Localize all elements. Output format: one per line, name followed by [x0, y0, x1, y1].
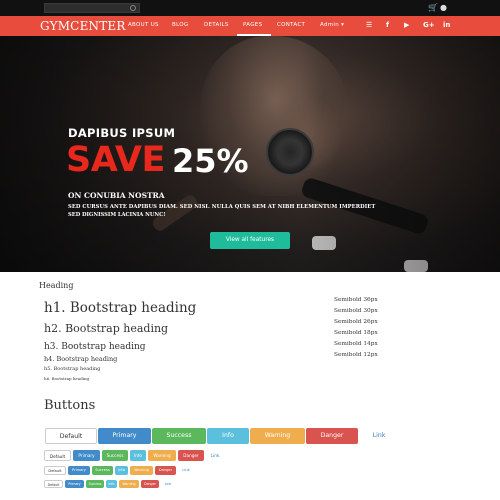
nav-item-about-us[interactable]: ABOUT US [128, 22, 159, 28]
heading-h4: h4. Bootstrap heading [44, 355, 118, 363]
info-button[interactable]: Info [106, 480, 117, 488]
heading-h1: h1. Bootstrap heading [44, 300, 197, 316]
info-button[interactable]: Info [207, 428, 249, 444]
danger-button[interactable]: Danger [141, 480, 159, 488]
link-button[interactable]: Link [206, 450, 224, 461]
user-icon[interactable]: ● [440, 3, 447, 12]
danger-button[interactable]: Danger [306, 428, 358, 444]
warning-button[interactable]: Warning [250, 428, 305, 444]
nav-item-details[interactable]: DETAILS [204, 22, 229, 28]
semibold-label: Semibold 14px [334, 341, 378, 347]
search-input[interactable] [44, 3, 140, 13]
semibold-label: Semibold 18px [334, 330, 378, 336]
heading-h2: h2. Bootstrap heading [44, 322, 169, 335]
hero-slider: DAPIBUS IPSUM SAVE 25% ON CONUBIA NOSTRA… [0, 36, 500, 272]
default-button[interactable]: Default [44, 480, 63, 488]
warning-button[interactable]: Warning [119, 480, 139, 488]
semibold-label: Semibold 26px [334, 319, 378, 325]
link-button[interactable]: Link [359, 428, 399, 444]
primary-button[interactable]: Primary [98, 428, 151, 444]
hero-tagline: ON CONUBIA NOSTRA [68, 191, 165, 200]
heading-h6: h6. Bootstrap heading [44, 376, 90, 381]
nav-active-indicator [237, 16, 271, 36]
semibold-label: Semibold 36px [334, 297, 378, 303]
link-button[interactable]: Link [161, 480, 175, 488]
primary-button[interactable]: Primary [73, 450, 100, 461]
top-bar: 🛒 ● [0, 0, 500, 16]
success-button[interactable]: Success [102, 450, 128, 461]
brand-logo[interactable]: GYMCENTER [40, 19, 126, 33]
cart-icon[interactable]: 🛒 [428, 3, 438, 12]
info-button[interactable]: Info [130, 450, 146, 461]
warning-button[interactable]: Warning [130, 466, 153, 475]
linkedin-icon[interactable]: in [443, 21, 450, 29]
hero-subtitle: DAPIBUS IPSUM [68, 126, 176, 140]
default-button[interactable]: Default [45, 428, 97, 444]
primary-button[interactable]: Primary [65, 480, 84, 488]
heading-h5: h5. Bootstrap heading [44, 366, 101, 372]
hero-description: SED CURSUS ANTE DAPIBUS DIAM. SED NISI. … [68, 204, 376, 210]
view-all-features-button[interactable]: View all features [210, 232, 290, 249]
danger-button[interactable]: Danger [178, 450, 204, 461]
hero-percent: 25% [172, 142, 249, 180]
semibold-label: Semibold 12px [334, 352, 378, 358]
default-button[interactable]: Default [44, 466, 66, 475]
section-heading-label: Heading [39, 281, 74, 290]
twitter-icon[interactable]: ▶ [404, 21, 409, 29]
danger-button[interactable]: Danger [155, 466, 176, 475]
facebook-icon[interactable]: f [386, 21, 389, 29]
nav-item-admin[interactable]: Admin ▾ [320, 22, 344, 28]
semibold-label: Semibold 30px [334, 308, 378, 314]
google-plus-icon[interactable]: G+ [423, 21, 435, 29]
default-button[interactable]: Default [44, 450, 71, 461]
nav-item-contact[interactable]: CONTACT [277, 22, 305, 28]
hero-description: SED DIGNISSIM LACINIA NUNC! [68, 212, 166, 218]
nav-item-blog[interactable]: BLOG [172, 22, 188, 28]
success-button[interactable]: Success [92, 466, 113, 475]
hero-save-text: SAVE [66, 140, 165, 180]
search-icon[interactable] [130, 5, 136, 11]
success-button[interactable]: Success [86, 480, 104, 488]
rss-icon[interactable]: ☰ [366, 21, 372, 29]
link-button[interactable]: Link [178, 466, 194, 475]
primary-button[interactable]: Primary [68, 466, 90, 475]
success-button[interactable]: Success [152, 428, 206, 444]
warning-button[interactable]: Warning [148, 450, 176, 461]
heading-h3: h3. Bootstrap heading [44, 342, 146, 352]
info-button[interactable]: Info [115, 466, 128, 475]
buttons-section-title: Buttons [44, 398, 96, 413]
